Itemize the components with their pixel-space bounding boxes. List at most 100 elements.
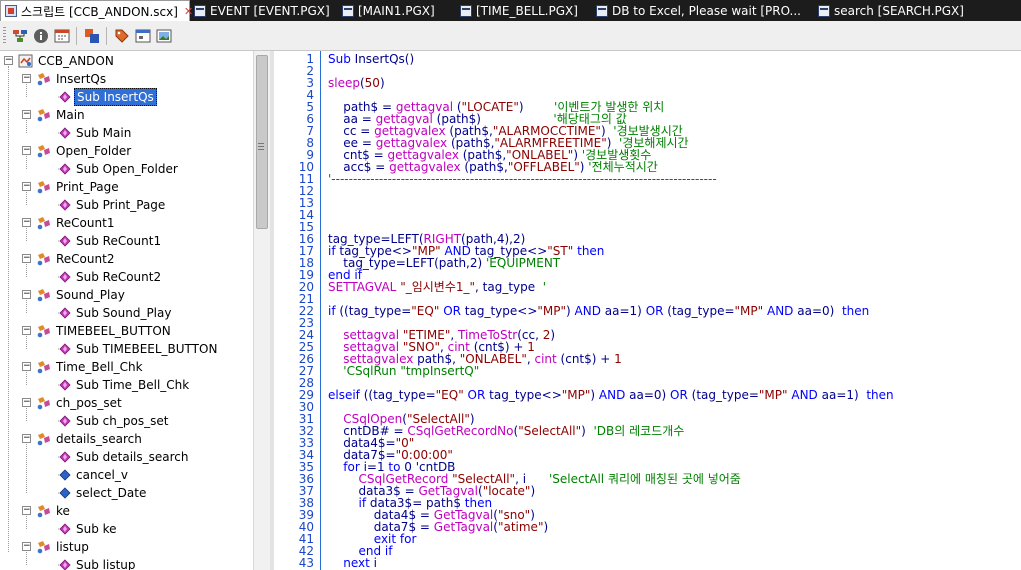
collapse-toggle-icon[interactable]: − [22,542,31,551]
tree-node-item[interactable]: Sub TIMEBEEL_BUTTON [56,340,219,358]
code-token: "atime" [497,520,544,534]
collapse-toggle-icon[interactable]: − [22,398,31,407]
tab-1[interactable]: EVENT [EVENT.PGX] [190,0,338,21]
scrollbar-grip-icon [258,143,264,150]
code-token: "_임시변수1_" [400,280,476,294]
tree-node-item[interactable]: Sub Main [56,124,133,142]
tree-node-label: Sub TIMEBEEL_BUTTON [76,342,218,356]
code-line[interactable]: 'CSqlRun "tmpInsertQ" [328,365,479,377]
script-tree: − CCB_ANDON − InsertQs Sub InsertQs − Main Sub … [0,51,253,570]
sub-diamond-icon [56,378,71,392]
color-blocks-icon[interactable] [82,26,102,46]
tree-node-item[interactable]: Sub ke [56,520,119,538]
collapse-toggle-icon[interactable]: − [22,326,31,335]
collapse-toggle-icon[interactable]: − [22,182,31,191]
code-line[interactable]: next i [328,557,377,569]
code-token: 'CSqlRun "tmpInsertQ" [343,364,480,378]
code-token: ) [550,328,556,342]
collapse-toggle-icon[interactable]: − [22,74,31,83]
tree-node-folder[interactable]: Print_Page [36,178,121,196]
tree-node-label: Sub ke [76,522,117,536]
tree-node-label: Sub ch_pos_set [76,414,169,428]
collapse-toggle-icon[interactable]: − [22,362,31,371]
tree-scrollbar[interactable] [253,51,270,570]
tab-4[interactable]: DB to Excel, Please wait [PRO... [592,0,814,21]
tree-node-folder[interactable]: ch_pos_set [36,394,124,412]
picture-icon[interactable] [154,26,174,46]
tab-5[interactable]: search [SEARCH.PGX] [814,0,964,21]
code-line[interactable]: tag_type=LEFT(path,2) 'EQUIPMENT [328,257,560,269]
tree-node-item[interactable]: Sub listup [56,556,138,570]
document-icon [460,4,472,17]
calendar-icon[interactable] [52,26,72,46]
tree-scrollbar-thumb[interactable] [256,55,268,229]
tree-node-item[interactable]: cancel_v [56,466,130,484]
tree-node-folder[interactable]: ke [36,502,72,520]
code-token: '---------------------------------------… [328,172,717,186]
collapse-toggle-icon[interactable]: − [22,506,31,515]
collapse-toggle-icon[interactable]: − [22,254,31,263]
code-line[interactable]: if ((tag_type="EQ" OR tag_type<>"MP") AN… [328,305,869,317]
line-number: 43 [298,556,314,570]
code-token: , tag_type [475,280,543,294]
collapse-toggle-icon[interactable]: − [22,218,31,227]
code-token: "EQ" [411,304,440,318]
gutter-border [320,51,321,570]
tag-icon[interactable] [112,26,132,46]
module-icon [36,108,51,122]
tree-node-item[interactable]: Sub ReCount2 [56,268,163,286]
code-editor[interactable]: 1 Sub InsertQs() 2 3 sleep(50) 4 5 path$ = get… [274,51,1021,570]
collapse-toggle-icon[interactable]: − [22,290,31,299]
code-line[interactable]: sleep(50) [328,77,385,89]
tree-node-item[interactable]: Sub Sound_Play [56,304,173,322]
code-token: aa=0) [625,388,671,402]
tab-3[interactable]: [TIME_BELL.PGX] [456,0,592,21]
tab-2[interactable]: [MAIN1.PGX] [338,0,456,21]
code-line[interactable]: SETTAGVAL "_임시변수1_", tag_type ' [328,281,546,293]
window-icon[interactable] [133,26,153,46]
code-line[interactable]: elseif ((tag_type="EQ" OR tag_type<>"MP"… [328,389,894,401]
tree-node-folder[interactable]: details_search [36,430,144,448]
toolbar-grip[interactable] [3,26,6,45]
code-line[interactable]: Sub InsertQs() [328,53,414,65]
tree-node-folder[interactable]: ReCount2 [36,250,116,268]
tree-node-label: ke [56,504,70,518]
tree-node-item[interactable]: Sub Print_Page [56,196,167,214]
tree-node-item[interactable]: Sub Time_Bell_Chk [56,376,191,394]
code-token: then [841,304,870,318]
code-token: InsertQs() [350,52,415,66]
sub-diamond-icon [56,234,71,248]
tree-node-item[interactable]: Sub InsertQs [56,88,157,106]
tree-node-folder[interactable]: Open_Folder [36,142,133,160]
tree-connector [26,444,27,493]
tree-node-label: Sound_Play [56,288,125,302]
tree-root[interactable]: CCB_ANDON [18,52,116,70]
collapse-toggle-icon[interactable]: − [4,56,13,65]
tree-node-folder[interactable]: Main [36,106,87,124]
document-tab-bar: 스크립트 [CCB_ANDON.scx] ✕ EVENT [EVENT.PGX] [M… [0,0,1021,21]
code-line[interactable]: '---------------------------------------… [328,173,717,185]
tree-connector [26,84,27,97]
tree-node-folder[interactable]: Time_Bell_Chk [36,358,145,376]
tree-node-item[interactable]: Sub Open_Folder [56,160,180,178]
tree-node-folder[interactable]: listup [36,538,91,556]
module-icon [36,324,51,338]
tree-node-label: Sub ReCount1 [76,234,162,248]
tree-node-item[interactable]: Sub details_search [56,448,191,466]
tree-node-folder[interactable]: TIMEBEEL_BUTTON [36,322,173,340]
info-icon[interactable] [31,26,51,46]
tree-node-item[interactable]: select_Date [56,484,148,502]
collapse-toggle-icon[interactable]: − [22,146,31,155]
tree-node-item[interactable]: Sub ReCount1 [56,232,163,250]
collapse-toggle-icon[interactable]: − [22,110,31,119]
tab-0[interactable]: 스크립트 [CCB_ANDON.scx] ✕ [0,0,193,21]
tree-node-folder[interactable]: Sound_Play [36,286,127,304]
collapse-toggle-icon[interactable]: − [22,434,31,443]
tab-label: DB to Excel, Please wait [PRO... [612,3,801,18]
tree-node-label: Print_Page [56,180,119,194]
tree-node-item[interactable]: Sub ch_pos_set [56,412,170,430]
tree-node-folder[interactable]: ReCount1 [36,214,116,232]
tree-node-folder[interactable]: InsertQs [36,70,108,88]
tree-icon[interactable] [10,26,30,46]
code-token: ' [542,280,547,294]
